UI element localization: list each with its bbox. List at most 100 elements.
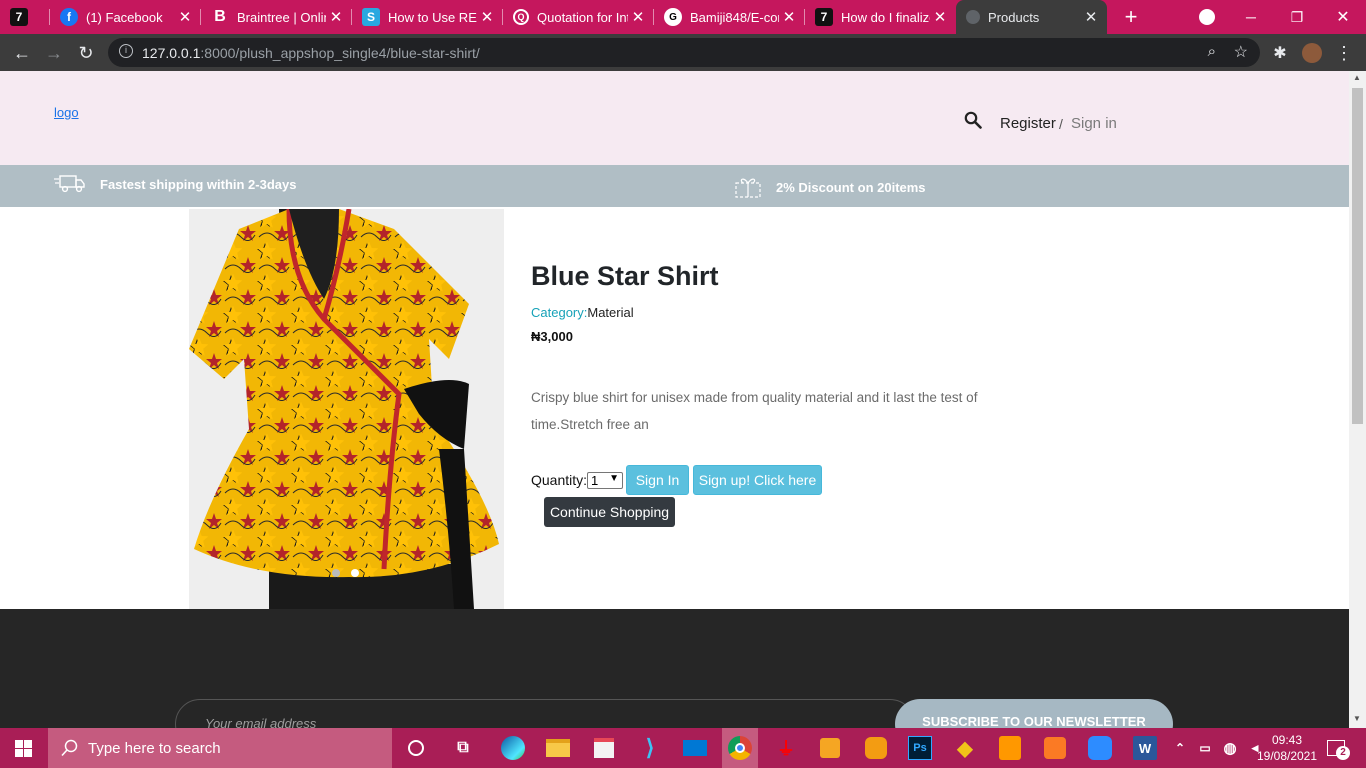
quantity-label: Quantity: <box>531 472 588 488</box>
chevron-up-icon[interactable]: ⌃ <box>1170 734 1190 762</box>
web-page: logo Register / Sign in Fastest shipping… <box>0 71 1349 728</box>
shipping-info-bar: Fastest shipping within 2-3days 2% Disco… <box>0 165 1349 207</box>
photoshop-icon[interactable]: Ps <box>906 734 934 762</box>
bookmark-star-icon[interactable]: ☆ <box>1234 42 1248 62</box>
product-title: Blue Star Shirt <box>531 261 719 291</box>
signin-link[interactable]: Sign in <box>1071 115 1117 132</box>
restore-icon[interactable]: ❐ <box>1274 0 1320 34</box>
register-link[interactable]: Register <box>1000 115 1056 132</box>
tab-close-icon[interactable]: ✕ <box>930 8 950 26</box>
acrobat-icon[interactable]: ⏚ <box>772 734 800 762</box>
chevron-down-icon: ▼ <box>609 473 619 484</box>
address-bar[interactable]: i 127.0.0.1:8000/plush_appshop_single4/b… <box>108 38 1260 67</box>
tab-close-icon[interactable]: ✕ <box>326 8 346 26</box>
xampp-icon[interactable] <box>1041 734 1069 762</box>
extensions-icon[interactable]: ✱ <box>1266 39 1294 67</box>
carousel-dot[interactable] <box>332 569 340 577</box>
quantity-value: 1 <box>591 473 599 488</box>
facebook-icon: f <box>60 8 78 26</box>
tab-facebook[interactable]: f (1) Facebook ✕ <box>50 0 201 34</box>
uc-browser-icon[interactable] <box>862 734 890 762</box>
notifications-icon[interactable]: 2 <box>1322 734 1350 762</box>
windows-start-icon[interactable] <box>15 740 32 757</box>
gift-icon <box>735 178 761 198</box>
media-player-icon[interactable] <box>816 734 844 762</box>
tab-close-icon[interactable]: ✕ <box>779 8 799 26</box>
tab-favicon-icon: 7 <box>815 8 833 26</box>
cortana-icon[interactable] <box>402 734 430 762</box>
tab-close-icon[interactable]: ✕ <box>628 8 648 26</box>
github-icon: G <box>664 8 682 26</box>
stackify-icon: S <box>362 8 380 26</box>
discount-text: 2% Discount on 20items <box>776 180 926 195</box>
tab-braintree[interactable]: B Braintree | Online ✕ <box>201 0 352 34</box>
task-view-icon[interactable]: ⧉ <box>449 734 477 762</box>
scroll-down-icon[interactable]: ▼ <box>1353 714 1361 723</box>
app-icon[interactable]: ◆ <box>951 734 979 762</box>
site-header: logo Register / Sign in <box>0 71 1349 165</box>
tab-github[interactable]: G Bamiji848/E-com ✕ <box>654 0 805 34</box>
tab-quotation[interactable]: Q Quotation for Int ✕ <box>503 0 654 34</box>
store-icon[interactable] <box>590 734 618 762</box>
word-icon[interactable]: W <box>1131 734 1159 762</box>
signin-button[interactable]: Sign In <box>626 465 689 495</box>
url-text: 127.0.0.1:8000/plush_appshop_single4/blu… <box>142 45 480 61</box>
notification-count: 2 <box>1336 746 1350 760</box>
tab-close-icon[interactable]: ✕ <box>1081 8 1101 26</box>
signup-button[interactable]: Sign up! Click here <box>693 465 822 495</box>
tab-close-icon[interactable]: ✕ <box>175 8 195 26</box>
back-icon[interactable]: ← <box>8 39 36 67</box>
tab-close-icon[interactable]: ✕ <box>477 8 497 26</box>
tab-title: Quotation for Int <box>537 9 628 25</box>
quotation-icon: Q <box>513 9 529 25</box>
edge-icon[interactable] <box>499 734 527 762</box>
chrome-menu-icon[interactable]: ⋮ <box>1330 39 1358 67</box>
nav-separator: / <box>1059 116 1063 132</box>
continue-shopping-button[interactable]: Continue Shopping <box>544 497 675 527</box>
sublime-icon[interactable] <box>996 734 1024 762</box>
tab-products[interactable]: Products ✕ <box>956 0 1107 34</box>
logo[interactable]: logo <box>54 105 79 120</box>
subscribe-button[interactable]: SUBSCRIBE TO OUR NEWSLETTER <box>895 699 1173 728</box>
close-window-icon[interactable]: ✕ <box>1320 0 1366 34</box>
forward-icon[interactable]: → <box>40 39 68 67</box>
search-icon[interactable] <box>964 111 982 129</box>
page-scrollbar[interactable]: ▲ ▼ <box>1349 71 1366 728</box>
tab-rest[interactable]: S How to Use REST ✕ <box>352 0 503 34</box>
tab-pinned[interactable]: 7 <box>0 0 50 34</box>
tab-title: (1) Facebook <box>86 9 163 25</box>
tab-finalize[interactable]: 7 How do I finalize ✕ <box>805 0 956 34</box>
zoom-icon[interactable]: ⌕ <box>1208 43 1216 60</box>
avatar[interactable] <box>1298 39 1326 67</box>
footer: Your email address SUBSCRIBE TO OUR NEWS… <box>0 609 1349 728</box>
vscode-icon[interactable]: ⟩ <box>636 734 664 762</box>
new-tab-icon[interactable]: + <box>1108 0 1154 34</box>
category-label: Category: <box>531 305 588 320</box>
file-explorer-icon[interactable] <box>544 734 572 762</box>
mail-icon[interactable] <box>681 734 709 762</box>
tab-favicon-icon: 7 <box>10 8 28 26</box>
chrome-taskbar-icon[interactable] <box>722 728 758 768</box>
battery-icon[interactable]: ▭ <box>1195 734 1215 762</box>
tab-title: How to Use REST <box>388 9 477 25</box>
network-globe-icon[interactable]: ◍ <box>1219 734 1241 762</box>
tab-title: How do I finalize <box>841 9 930 25</box>
minimize-icon[interactable]: ─ <box>1228 0 1274 34</box>
reload-icon[interactable]: ↻ <box>72 39 100 67</box>
clock-date: 19/08/2021 <box>1256 749 1318 763</box>
scrollbar-thumb[interactable] <box>1352 88 1363 424</box>
carousel-dot-active[interactable] <box>351 569 359 577</box>
quantity-select[interactable]: 1 ▼ <box>587 472 623 489</box>
description-line: time.Stretch free an <box>531 417 649 432</box>
zoom-app-icon[interactable] <box>1086 734 1114 762</box>
tab-search-icon[interactable] <box>1184 0 1230 34</box>
clock-time: 09:43 <box>1271 733 1303 747</box>
site-info-icon[interactable]: i <box>119 44 133 58</box>
clock[interactable]: 09:43 19/08/2021 <box>1256 732 1318 764</box>
description-line: Crispy blue shirt for unisex made from q… <box>531 390 978 405</box>
newsletter-email-input[interactable]: Your email address <box>175 699 915 728</box>
scroll-up-icon[interactable]: ▲ <box>1353 73 1361 82</box>
category-value: Material <box>587 305 634 320</box>
taskbar-search-box[interactable]: Type here to search <box>48 728 392 768</box>
product-price: ₦3,000 <box>531 329 573 344</box>
